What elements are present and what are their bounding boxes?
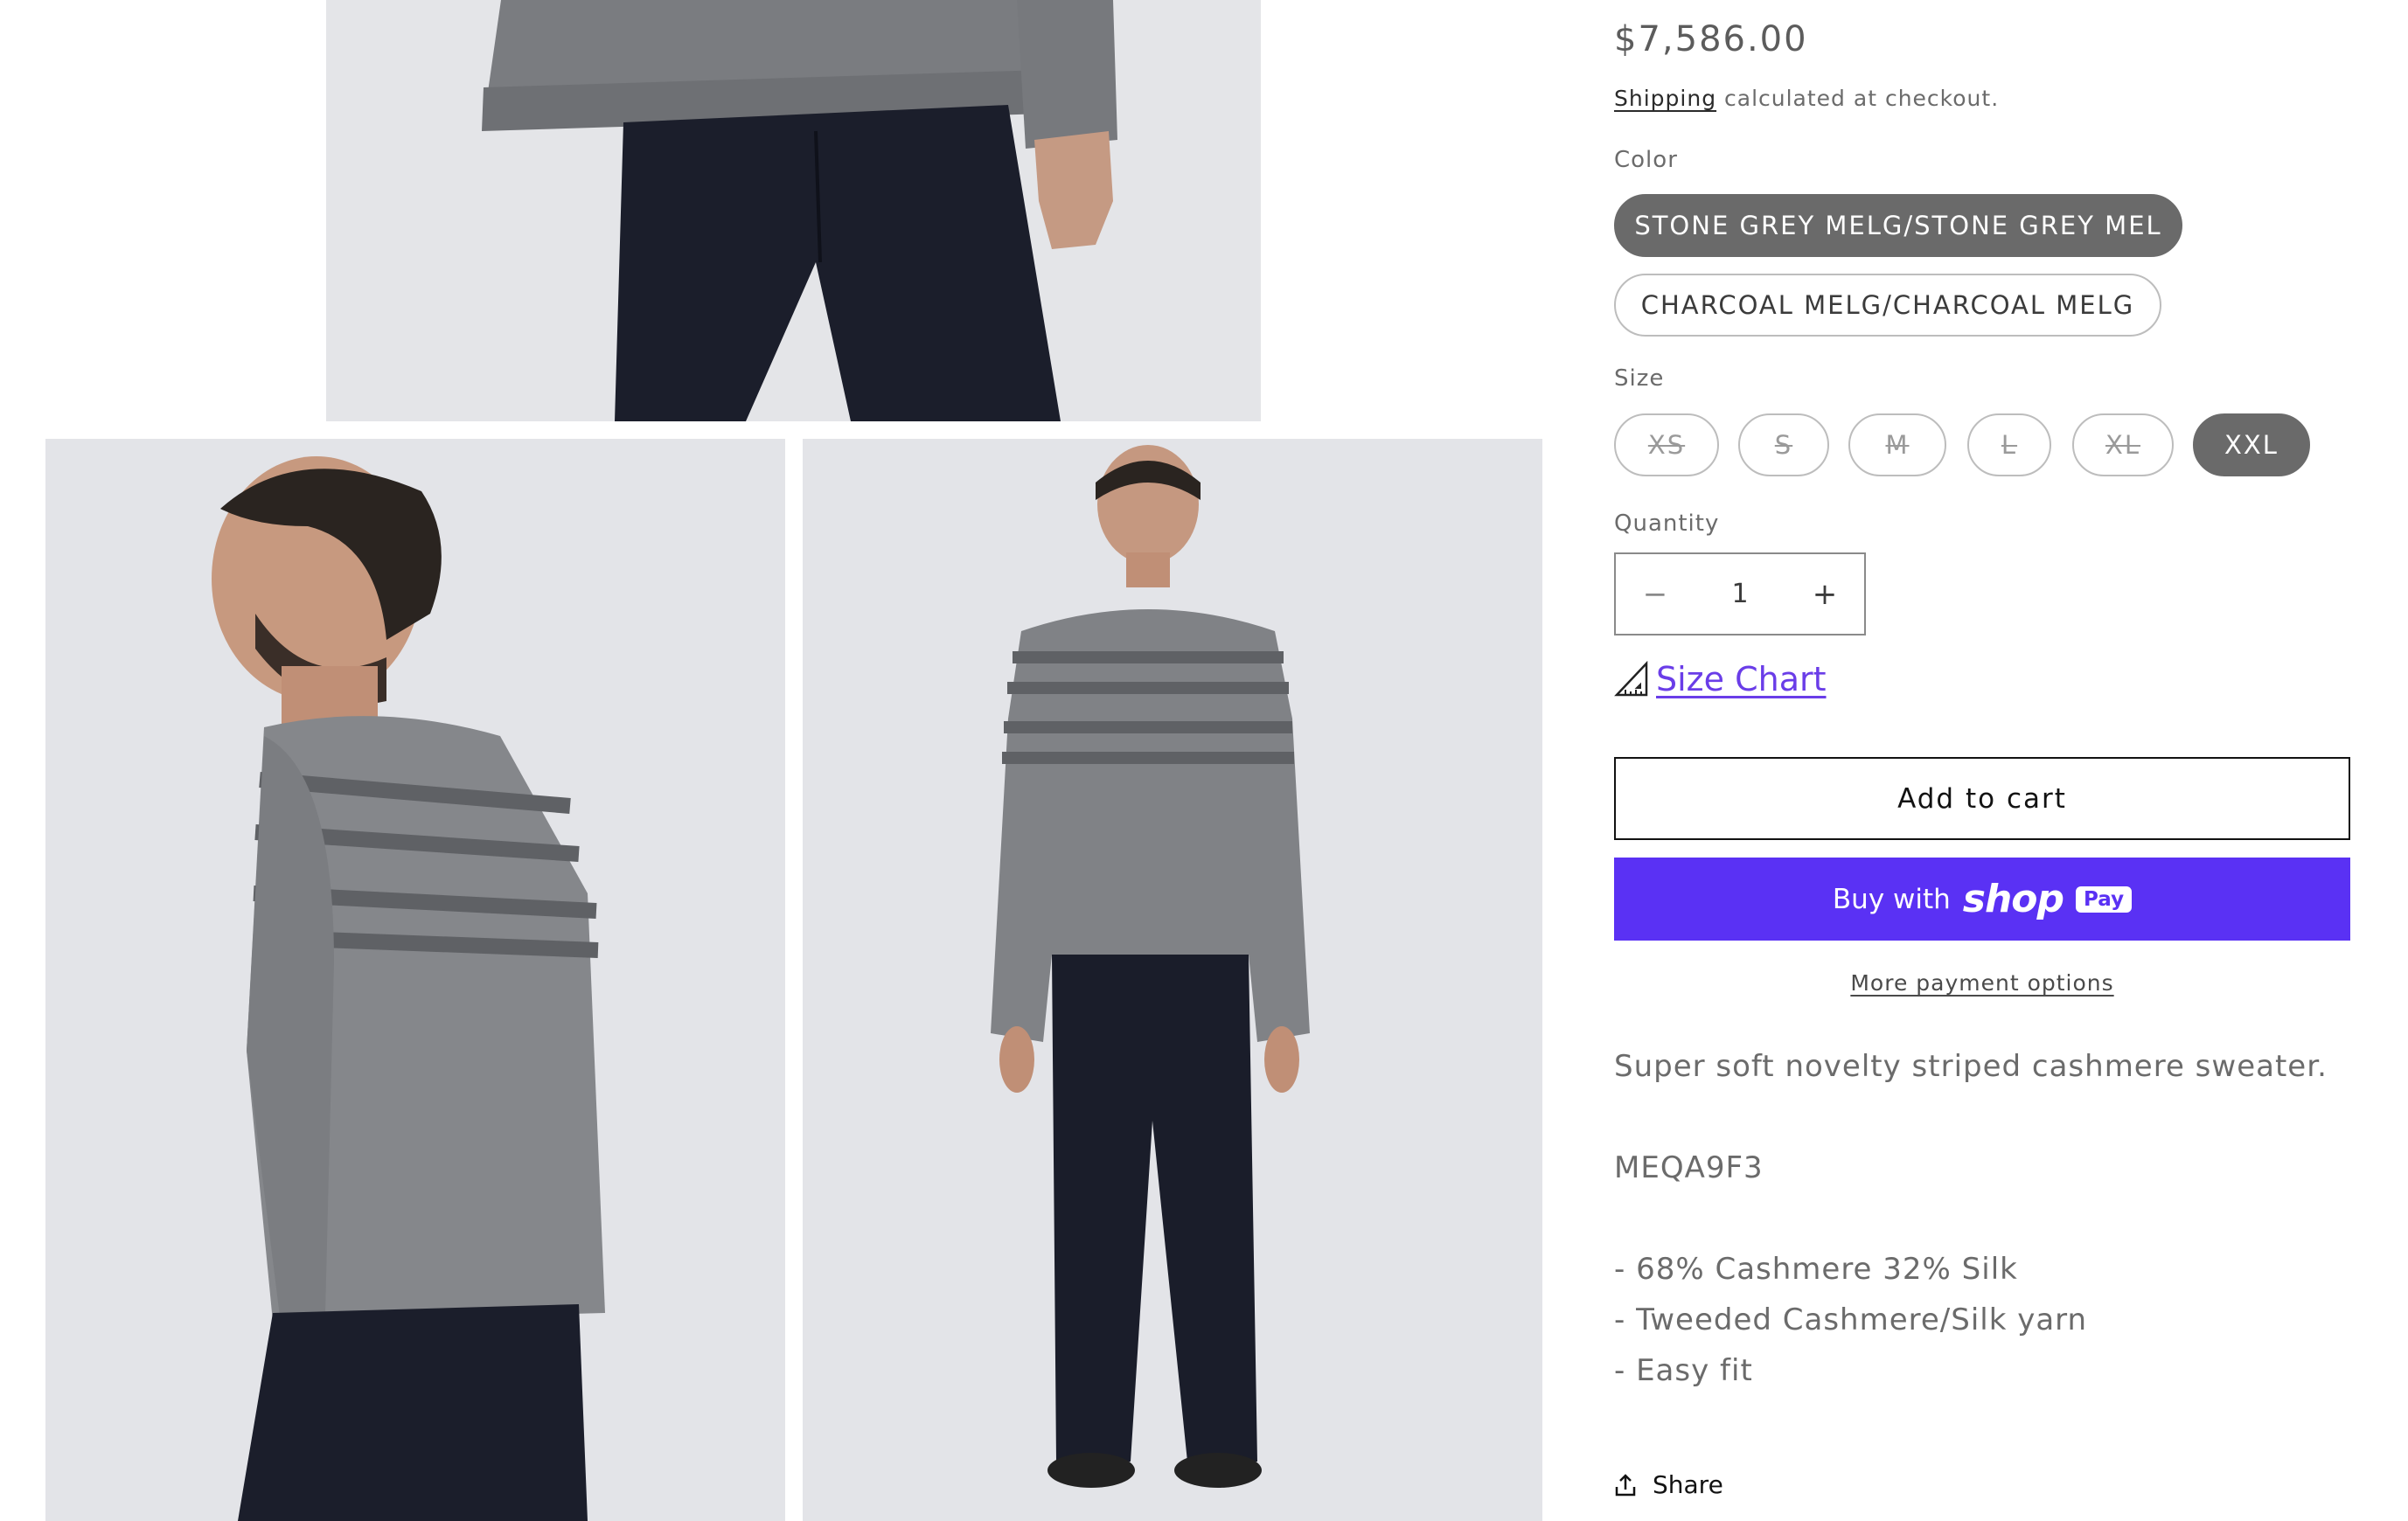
- size-option-label: S: [1774, 430, 1793, 460]
- size-option-l[interactable]: L: [1967, 413, 2051, 476]
- product-description: Super soft novelty striped cashmere swea…: [1614, 1049, 2328, 1084]
- sweater-closeup-illustration: [326, 0, 1261, 421]
- buy-with-label: Buy with: [1832, 883, 1951, 915]
- size-option-xs[interactable]: XS: [1614, 413, 1719, 476]
- size-option-m[interactable]: M: [1848, 413, 1946, 476]
- quantity-increase-button[interactable]: +: [1785, 554, 1864, 634]
- size-label: Size: [1614, 365, 1665, 392]
- model-front-illustration: [803, 439, 1542, 1521]
- share-button[interactable]: Share: [1614, 1470, 1723, 1499]
- color-label: Color: [1614, 147, 1678, 173]
- model-side-illustration: [45, 439, 785, 1521]
- size-option-s[interactable]: S: [1738, 413, 1829, 476]
- size-chart-row: Size Chart: [1614, 660, 1827, 698]
- shipping-note: Shipping calculated at checkout.: [1614, 86, 1999, 111]
- size-option-label: XL: [2105, 430, 2141, 460]
- product-image-closeup[interactable]: [326, 0, 1261, 421]
- quantity-stepper: − +: [1614, 552, 1866, 635]
- size-option-xl[interactable]: XL: [2072, 413, 2174, 476]
- shipping-note-text: calculated at checkout.: [1716, 86, 2000, 111]
- color-option-label: STONE GREY MELG/STONE GREY MEL: [1634, 211, 2162, 240]
- pay-badge: Pay: [2076, 886, 2133, 913]
- quantity-input[interactable]: [1696, 579, 1784, 609]
- color-option-stone-grey[interactable]: STONE GREY MELG/STONE GREY MEL: [1614, 194, 2182, 257]
- more-payment-options-link[interactable]: More payment options: [1614, 970, 2350, 996]
- size-option-label: M: [1885, 430, 1910, 460]
- quantity-decrease-button[interactable]: −: [1616, 554, 1695, 634]
- size-option-label: L: [2001, 430, 2018, 460]
- product-image-side[interactable]: [45, 439, 785, 1521]
- ruler-icon: [1614, 661, 1648, 697]
- share-icon: [1615, 1473, 1636, 1496]
- add-to-cart-button[interactable]: Add to cart: [1614, 757, 2350, 840]
- size-option-label: XS: [1647, 430, 1686, 460]
- size-chart-link[interactable]: Size Chart: [1656, 660, 1827, 698]
- shop-logo: shop: [1962, 877, 2064, 921]
- share-label: Share: [1653, 1470, 1723, 1499]
- description-bullet: - Tweeded Cashmere/Silk yarn: [1614, 1302, 2088, 1337]
- color-option-charcoal[interactable]: CHARCOAL MELG/CHARCOAL MELG: [1614, 274, 2161, 337]
- size-option-label: XXL: [2224, 430, 2279, 460]
- product-image-front[interactable]: [803, 439, 1542, 1521]
- product-price: $7,586.00: [1614, 19, 1808, 59]
- description-bullet: - 68% Cashmere 32% Silk: [1614, 1252, 2018, 1287]
- size-option-xxl[interactable]: XXL: [2193, 413, 2310, 476]
- product-sku: MEQA9F3: [1614, 1150, 1764, 1185]
- color-option-label: CHARCOAL MELG/CHARCOAL MELG: [1640, 290, 2135, 320]
- quantity-label: Quantity: [1614, 510, 1720, 537]
- shop-pay-button[interactable]: Buy with shop Pay: [1614, 858, 2350, 941]
- description-bullet: - Easy fit: [1614, 1353, 1753, 1388]
- shipping-link[interactable]: Shipping: [1614, 86, 1716, 111]
